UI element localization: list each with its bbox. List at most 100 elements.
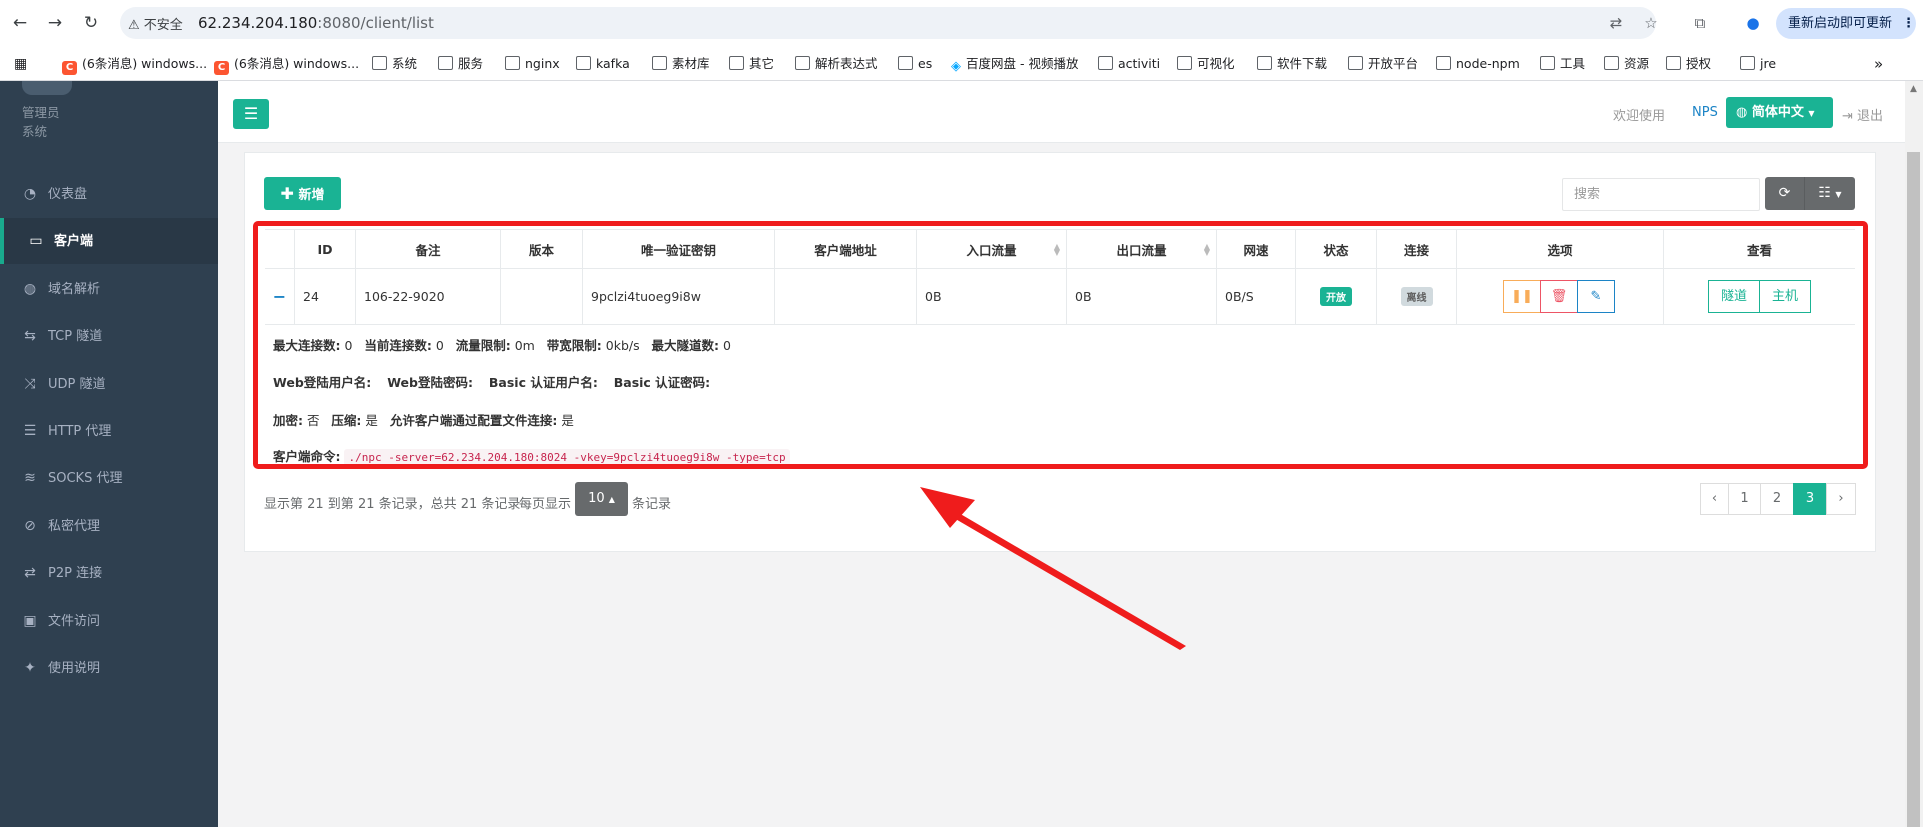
translate-icon[interactable]: ⇄ [1605,12,1627,34]
bookmark-item[interactable]: jre [1740,54,1776,74]
edit-button[interactable]: ✎ [1577,280,1615,313]
bookmark-item[interactable]: node-npm [1436,54,1520,74]
bookmark-item[interactable]: nginx [505,54,560,74]
bookmark-item[interactable]: 软件下载 [1257,54,1327,74]
bookmark-item[interactable]: 开放平台 [1348,54,1418,74]
sort-icon[interactable]: ▲ ▼ [1054,243,1060,257]
sidebar-item[interactable]: ◍ 域名解析 [0,266,218,312]
kebab-menu-icon: ⋮ [1902,16,1916,31]
scroll-up-arrow-icon[interactable]: ▲ [1907,84,1920,94]
bookmark-item[interactable]: 授权 [1666,54,1711,74]
globe-icon: ◍ [1736,105,1748,120]
sidebar-item[interactable]: ✦ 使用说明 [0,645,218,691]
bookmark-label: 素材库 [672,56,710,71]
client-command[interactable]: ./npc -server=62.234.204.180:8024 -vkey=… [344,449,790,466]
rate-limit-label: 带宽限制: [546,338,602,353]
bookmark-label: 工具 [1560,56,1586,71]
restart-update-button[interactable]: 重新启动即可更新 ⋮ [1776,8,1916,39]
forward-icon[interactable]: → [44,12,66,34]
page-size-dropdown[interactable]: 10 ▲ [575,482,628,516]
column-header[interactable]: 出口流量 ▲ ▼ [1067,230,1217,268]
profile-icon[interactable]: ● [1742,12,1764,34]
desktop-icon: ▭ [29,233,43,250]
layers-icon: ≋ [24,470,36,487]
folder-icon [505,56,520,70]
next-page-button[interactable]: › [1826,483,1856,515]
sidebar-item[interactable]: ▭ 客户端 [0,218,218,265]
sort-icon[interactable]: ▲ ▼ [1204,243,1210,257]
url-text[interactable]: 62.234.204.180:8080/client/list [198,14,434,32]
scrollbar-thumb[interactable] [1907,152,1920,827]
bookmark-item[interactable]: activiti [1098,54,1160,74]
add-label: 新增 [298,188,325,203]
folder-icon [576,56,591,70]
bookmark-item[interactable]: 服务 [438,54,483,74]
refresh-icon[interactable]: ⟳ [1765,177,1805,210]
nps-link[interactable]: NPS [1692,105,1718,120]
bookmark-label: 软件下载 [1277,56,1328,71]
sidebar-item[interactable]: ⇄ P2P 连接 [0,550,218,596]
columns-toggle-icon[interactable]: ☷ ▼ [1805,177,1855,210]
extensions-icon[interactable]: ⧉ [1689,12,1711,34]
folder-icon [372,56,387,70]
collapse-row-icon[interactable]: − [265,269,295,324]
add-client-button[interactable]: ✚ 新增 [264,177,341,210]
bookmark-label: es [918,56,933,71]
csdn-icon: C [62,61,77,75]
cell-connection: 离线 [1377,269,1457,324]
bookmark-item[interactable]: 工具 [1540,54,1585,74]
column-header: 连接 [1377,230,1457,268]
table-tools: ⟳ ☷ ▼ [1765,177,1855,210]
sidebar-item[interactable]: ⤨ UDP 隧道 [0,361,218,407]
bookmark-item[interactable]: 其它 [729,54,774,74]
apps-grid-icon[interactable]: ▦ [14,54,27,74]
sidebar-item[interactable]: ≋ SOCKS 代理 [0,455,218,501]
view-tunnel-button[interactable]: 隧道 [1708,280,1760,313]
cur-conn-value: 0 [435,338,444,353]
sidebar-item[interactable]: ▣ 文件访问 [0,598,218,644]
cmd-label: 客户端命令: [273,449,341,464]
more-bookmarks-icon[interactable]: » [1874,54,1883,74]
url-host: 62.234.204.180 [198,14,318,32]
delete-button[interactable]: 🗑 [1540,280,1578,313]
bookmark-item[interactable]: 解析表达式 [795,54,878,74]
bookmark-item[interactable]: 可视化 [1177,54,1235,74]
bookmark-item[interactable]: 素材库 [652,54,710,74]
bookmark-label: nginx [525,56,560,71]
sidebar-item[interactable]: ☰ HTTP 代理 [0,408,218,454]
bookmark-label: 解析表达式 [815,56,878,71]
bookmark-item[interactable]: 资源 [1604,54,1649,74]
sidebar-item[interactable]: ⊘ 私密代理 [0,503,218,549]
bookmark-item[interactable]: C (6条消息) windows... [62,54,207,75]
sidebar: 管理员 系统 ◔ 仪表盘 ▭ 客户端 ◍ 域名解析 ⇆ TCP 隧道 ⤨ UDP 隧道 ☰ HTTP … [0,81,218,827]
pause-button[interactable]: ❚❚ [1503,280,1541,313]
prev-page-button[interactable]: ‹ [1700,483,1729,515]
sidebar-item[interactable]: ◔ 仪表盘 [0,171,218,217]
star-icon[interactable]: ☆ [1640,12,1662,34]
menu-toggle-button[interactable]: ☰ [233,99,269,129]
page-3-button[interactable]: 3 [1793,483,1827,515]
briefcase-icon: ▣ [23,612,37,629]
insecure-indicator[interactable]: ⚠ 不安全 [128,14,183,33]
column-header[interactable]: 入口流量 ▲ ▼ [917,230,1067,268]
sidebar-item-label: SOCKS 代理 [48,471,123,487]
bookmark-item[interactable]: kafka [576,54,630,74]
user-sub: 系统 [22,124,48,139]
page-1-button[interactable]: 1 [1728,483,1761,515]
per-page-suffix: 条记录 [632,497,672,512]
cell-out-flow: 0B [1067,269,1217,324]
page-2-button[interactable]: 2 [1760,483,1794,515]
sidebar-item[interactable]: ⇆ TCP 隧道 [0,313,218,359]
bookmark-label: 资源 [1624,56,1650,71]
reload-icon[interactable]: ↻ [80,12,102,34]
bookmark-item[interactable]: ◈ 百度网盘 - 视频播放 [951,54,1078,74]
bookmark-item[interactable]: es [898,54,932,74]
view-host-button[interactable]: 主机 [1759,280,1811,313]
bookmark-item[interactable]: 系统 [372,54,417,74]
search-input[interactable] [1562,178,1760,211]
logout-link[interactable]: ⇥ 退出 [1842,105,1883,124]
cur-conn-label: 当前连接数: [364,338,432,353]
back-icon[interactable]: ← [9,12,31,34]
bookmark-item[interactable]: C (6条消息) windows... [214,54,359,75]
language-dropdown[interactable]: ◍ 简体中文 ▼ [1726,97,1833,128]
